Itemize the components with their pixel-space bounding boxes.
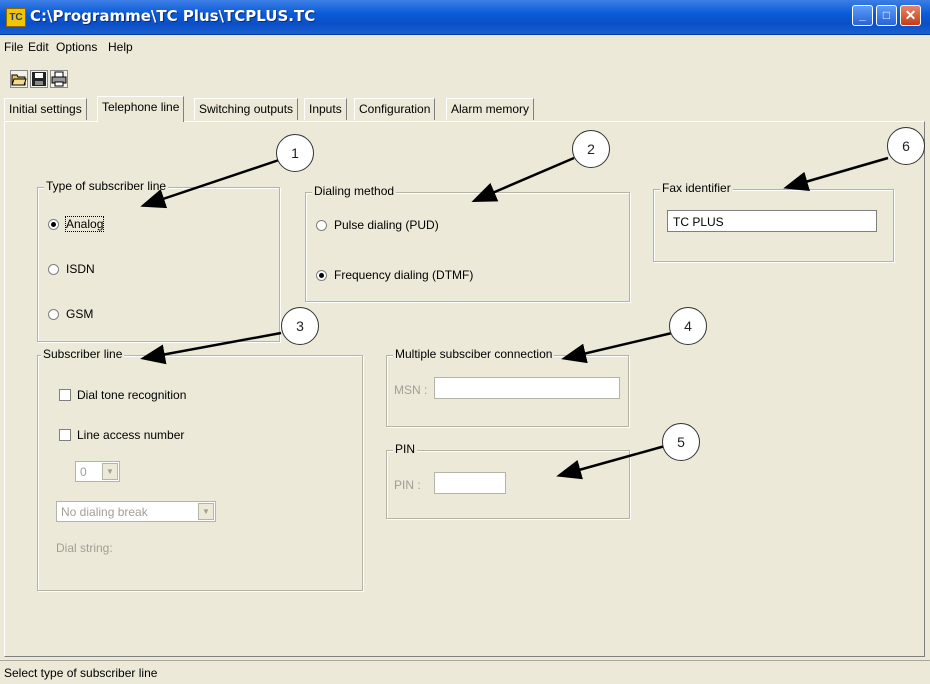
callout-5: 5	[662, 423, 700, 461]
callout-6: 6	[887, 127, 925, 165]
callout-3: 3	[281, 307, 319, 345]
callout-1: 1	[276, 134, 314, 172]
callout-4: 4	[669, 307, 707, 345]
status-text: Select type of subscriber line	[4, 666, 158, 680]
arrow-4	[561, 331, 673, 364]
arrow-3	[140, 331, 282, 365]
arrow-1	[140, 158, 280, 209]
arrow-5	[556, 444, 666, 480]
callout-2: 2	[572, 130, 610, 168]
arrow-6	[783, 156, 889, 192]
arrow-2	[471, 156, 575, 202]
tab-telephone-line[interactable]: Telephone line	[97, 96, 185, 122]
